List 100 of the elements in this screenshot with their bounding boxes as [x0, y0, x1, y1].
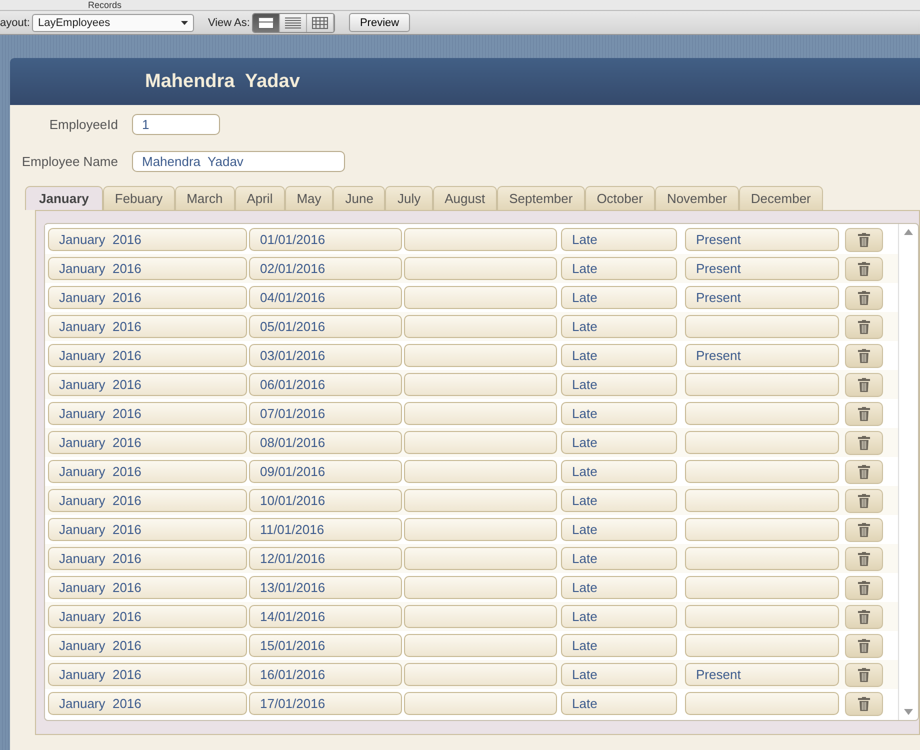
month-tab[interactable]: July — [385, 186, 433, 210]
input-field[interactable]: Late — [561, 315, 677, 338]
input-field[interactable]: Present — [685, 257, 839, 280]
input-field[interactable]: 13/01/2016 — [249, 576, 402, 599]
input-field[interactable] — [404, 489, 557, 512]
input-field[interactable] — [685, 518, 839, 541]
input-field[interactable]: Late — [561, 257, 677, 280]
input-field[interactable]: Late — [561, 663, 677, 686]
delete-button[interactable] — [845, 228, 883, 252]
input-field[interactable] — [685, 605, 839, 628]
input-field[interactable] — [685, 402, 839, 425]
input-field[interactable]: Late — [561, 489, 677, 512]
input-field[interactable]: 05/01/2016 — [249, 315, 402, 338]
input-field[interactable]: Late — [561, 605, 677, 628]
delete-button[interactable] — [845, 460, 883, 484]
input-field[interactable]: 08/01/2016 — [249, 431, 402, 454]
input-field[interactable]: January 2016 — [48, 634, 247, 657]
delete-button[interactable] — [845, 286, 883, 310]
input-field[interactable]: 17/01/2016 — [249, 692, 402, 715]
input-field[interactable]: 09/01/2016 — [249, 460, 402, 483]
input-field[interactable]: January 2016 — [48, 431, 247, 454]
delete-button[interactable] — [845, 314, 883, 338]
input-field[interactable] — [404, 692, 557, 715]
input-field[interactable]: 03/01/2016 — [249, 344, 402, 367]
input-field[interactable] — [685, 489, 839, 512]
input-field[interactable]: 16/01/2016 — [249, 663, 402, 686]
preview-button[interactable]: Preview — [348, 13, 410, 32]
input-field[interactable] — [685, 692, 839, 715]
input-field[interactable]: Present — [685, 663, 839, 686]
input-field[interactable]: Present — [685, 286, 839, 309]
view-button[interactable] — [252, 14, 280, 32]
input-field[interactable]: January 2016 — [48, 547, 247, 570]
input-field[interactable] — [404, 315, 557, 338]
delete-button[interactable] — [845, 430, 883, 454]
input-field[interactable] — [404, 228, 557, 251]
input-field[interactable] — [404, 663, 557, 686]
input-field[interactable] — [685, 431, 839, 454]
delete-button[interactable] — [845, 488, 883, 512]
delete-button[interactable] — [845, 604, 883, 628]
input-field[interactable] — [685, 460, 839, 483]
input-field[interactable]: 07/01/2016 — [249, 402, 402, 425]
input-field[interactable]: Late — [561, 431, 677, 454]
input-field[interactable] — [404, 518, 557, 541]
input-field[interactable]: Late — [561, 286, 677, 309]
input-field[interactable]: 14/01/2016 — [249, 605, 402, 628]
input-field[interactable] — [404, 634, 557, 657]
input-field[interactable]: 10/01/2016 — [249, 489, 402, 512]
input-field[interactable]: January 2016 — [48, 286, 247, 309]
input-field[interactable]: Late — [561, 518, 677, 541]
delete-button[interactable] — [845, 402, 883, 426]
layout-dropdown[interactable]: LayEmployees — [32, 14, 194, 32]
input-field[interactable] — [685, 547, 839, 570]
input-field[interactable] — [404, 344, 557, 367]
view-button[interactable] — [280, 14, 307, 32]
delete-button[interactable] — [845, 576, 883, 600]
input-field[interactable] — [404, 402, 557, 425]
month-tab[interactable]: October — [584, 186, 655, 210]
input-field[interactable]: 04/01/2016 — [249, 286, 402, 309]
input-field[interactable]: 06/01/2016 — [249, 373, 402, 396]
month-tab[interactable]: January — [25, 186, 103, 210]
input-field[interactable]: Late — [561, 547, 677, 570]
input-field[interactable]: 11/01/2016 — [249, 518, 402, 541]
input-field[interactable]: Late — [561, 576, 677, 599]
month-tab[interactable]: November — [654, 186, 739, 210]
input-field[interactable] — [685, 373, 839, 396]
input-field[interactable] — [404, 576, 557, 599]
input-field[interactable]: January 2016 — [48, 460, 247, 483]
delete-button[interactable] — [845, 634, 883, 658]
input-field[interactable] — [685, 634, 839, 657]
input-field[interactable]: January 2016 — [48, 576, 247, 599]
input-field[interactable]: Late — [561, 460, 677, 483]
input-field[interactable]: January 2016 — [48, 373, 247, 396]
input-field[interactable] — [404, 431, 557, 454]
input-field[interactable]: Present — [685, 228, 839, 251]
input-field[interactable]: 02/01/2016 — [249, 257, 402, 280]
month-tab[interactable]: December — [738, 186, 823, 210]
input-field[interactable]: Late — [561, 402, 677, 425]
input-field[interactable]: Late — [561, 692, 677, 715]
input-field[interactable] — [404, 286, 557, 309]
input-field[interactable] — [404, 460, 557, 483]
input-field[interactable]: 12/01/2016 — [249, 547, 402, 570]
input-field[interactable] — [685, 576, 839, 599]
month-tab[interactable]: March — [174, 186, 235, 210]
input-field[interactable]: Present — [685, 344, 839, 367]
view-button[interactable] — [306, 14, 334, 32]
delete-button[interactable] — [845, 692, 883, 716]
month-tab[interactable]: April — [234, 186, 285, 210]
input-field[interactable]: 1 — [132, 114, 220, 134]
delete-button[interactable] — [845, 344, 883, 368]
input-field[interactable]: Late — [561, 634, 677, 657]
input-field[interactable] — [404, 605, 557, 628]
month-tab[interactable]: May — [284, 186, 334, 210]
input-field[interactable]: January 2016 — [48, 692, 247, 715]
view-switcher[interactable] — [252, 12, 335, 32]
month-tab[interactable]: June — [333, 186, 386, 210]
input-field[interactable] — [404, 373, 557, 396]
delete-button[interactable] — [845, 372, 883, 396]
input-field[interactable]: Mahendra Yadav — [132, 150, 345, 172]
input-field[interactable]: Late — [561, 344, 677, 367]
delete-button[interactable] — [845, 256, 883, 280]
